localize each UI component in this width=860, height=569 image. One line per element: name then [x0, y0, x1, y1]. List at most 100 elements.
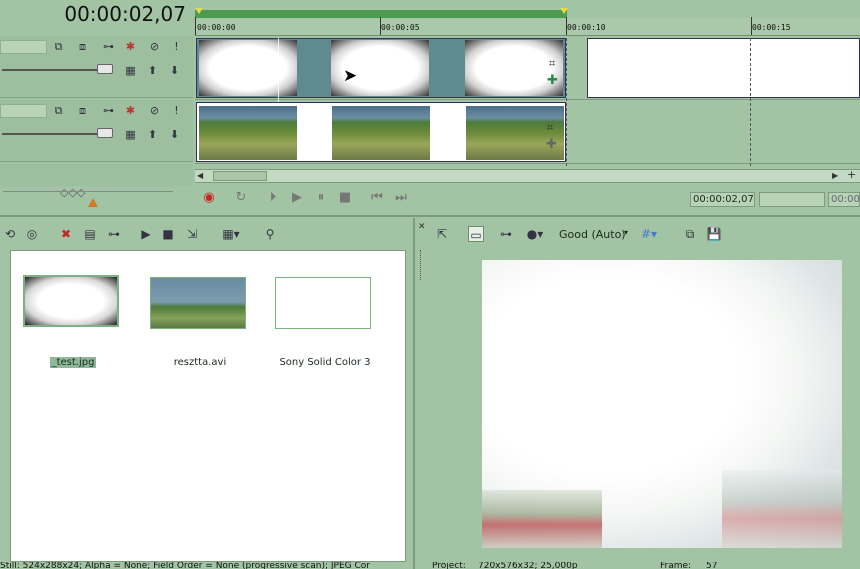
- media-label-text: Sony Solid Color 3: [279, 357, 371, 368]
- media-label-text: resztta.avi: [173, 357, 227, 368]
- bypass-fx-icon[interactable]: ⧉: [52, 40, 65, 53]
- pause-icon[interactable]: ⏸: [313, 190, 329, 206]
- stop-icon[interactable]: ■: [337, 190, 353, 206]
- track-list-footer: ◇◇◇: [0, 164, 193, 207]
- import-media-icon[interactable]: ⟲: [2, 226, 18, 242]
- track-divider: [195, 99, 860, 100]
- auto-preview-icon[interactable]: ⇲: [184, 226, 200, 242]
- make-compositing-child-icon[interactable]: ⬇: [168, 128, 181, 141]
- preview-quality-select[interactable]: Good (Auto): [559, 228, 626, 241]
- grid-line: [566, 38, 567, 166]
- play-from-start-icon[interactable]: ⏵: [265, 190, 281, 206]
- grid-line: [750, 38, 751, 166]
- scrollbar-thumb[interactable]: [213, 171, 267, 181]
- loop-region-bar[interactable]: [195, 10, 567, 18]
- rate-slider-track[interactable]: [3, 191, 173, 192]
- rate-marker-icon[interactable]: [88, 198, 98, 207]
- zoom-in-icon[interactable]: +: [847, 169, 859, 181]
- remove-icon[interactable]: ✖: [58, 226, 74, 242]
- media-label: resztta.avi: [130, 357, 270, 368]
- level-slider-knob[interactable]: [97, 64, 113, 74]
- preview-image-detail: [722, 470, 842, 548]
- ruler-tick: [566, 17, 567, 35]
- timeline-scrollbar[interactable]: ◀ ▶ +: [195, 169, 860, 183]
- level-slider-track[interactable]: [2, 133, 102, 135]
- loop-end-marker-icon[interactable]: [560, 8, 568, 14]
- record-icon[interactable]: ◉: [201, 190, 217, 206]
- scroll-right-icon[interactable]: ▶: [832, 171, 844, 181]
- track-name-field[interactable]: [0, 40, 47, 54]
- overlays-icon[interactable]: #▾: [636, 226, 662, 242]
- track-motion-icon[interactable]: ⧈: [76, 104, 89, 117]
- compositing-icon[interactable]: ⊶: [102, 104, 115, 117]
- solo-icon[interactable]: !: [170, 40, 183, 53]
- track-fx-icon[interactable]: ✱: [124, 104, 137, 117]
- video-preview-area: [430, 250, 860, 562]
- mouse-cursor-icon: ➤: [343, 66, 358, 86]
- make-compositing-child-icon[interactable]: ⬇: [168, 64, 181, 77]
- play-icon[interactable]: ▶: [289, 190, 305, 206]
- selection-length-box[interactable]: [759, 192, 825, 207]
- go-to-start-icon[interactable]: ⏮: [369, 190, 385, 206]
- clip-thumbnail: [332, 106, 430, 160]
- loop-playback-icon[interactable]: ↻: [233, 190, 249, 206]
- track-header-video-1[interactable]: ⧉ ⧈ ⊶ ✱ ⊘ ! ▦ ⬆ ⬇: [0, 36, 193, 98]
- media-properties-icon[interactable]: ▤: [82, 226, 98, 242]
- compositing-icon[interactable]: ⊶: [102, 40, 115, 53]
- project-info-text: 720x576x32; 25,000p: [478, 562, 578, 569]
- frame-number: 57: [706, 562, 718, 569]
- chevron-down-icon[interactable]: ▾: [624, 228, 628, 237]
- selection-end-box[interactable]: 00:00: [828, 192, 860, 207]
- project-media-pane[interactable]: _test.jpg resztta.avi Sony Solid Color 3: [10, 250, 406, 562]
- video-preview-frame[interactable]: [482, 260, 842, 548]
- crop-icon[interactable]: ⌗: [547, 121, 553, 135]
- timeline-ruler[interactable]: 00:00:00 00:00:05 00:00:10 00:00:15: [195, 17, 860, 36]
- track-header-video-2[interactable]: ⧉ ⧈ ⊶ ✱ ⊘ ! ▦ ⬆ ⬇: [0, 100, 193, 162]
- vertical-splitter[interactable]: [413, 218, 415, 569]
- views-icon[interactable]: ▦▾: [218, 226, 244, 242]
- make-compositing-parent-icon[interactable]: ⬆: [146, 64, 159, 77]
- level-slider-track[interactable]: [2, 69, 102, 71]
- cursor-time-box[interactable]: 00:00:02,07: [690, 192, 755, 207]
- make-compositing-parent-icon[interactable]: ⬆: [146, 128, 159, 141]
- video-clip-resztta-avi[interactable]: ⌗ ✚: [196, 102, 566, 162]
- transport-bar: ◉ ↻ ⏵ ▶ ⏸ ■ ⏮ ⏭ 00:00:02,07 00:00: [195, 186, 860, 212]
- track-motion-icon[interactable]: ⧈: [76, 40, 89, 53]
- pane-splitter[interactable]: [0, 215, 860, 217]
- video-clip-solid-color[interactable]: [587, 38, 860, 98]
- track-fx-icon[interactable]: ✱: [124, 40, 137, 53]
- pane-grip[interactable]: [420, 250, 424, 280]
- crop-icon[interactable]: ⌗: [549, 57, 555, 71]
- copy-snapshot-icon[interactable]: ⧉: [682, 226, 698, 242]
- search-icon[interactable]: ⚲: [262, 226, 278, 242]
- compositing-mode-icon[interactable]: ▦: [124, 128, 137, 141]
- capture-video-icon[interactable]: ◎: [24, 226, 40, 242]
- media-label: Sony Solid Color 3: [255, 357, 395, 368]
- compositing-mode-icon[interactable]: ▦: [124, 64, 137, 77]
- external-monitor-icon[interactable]: ▭: [468, 226, 484, 242]
- solo-icon[interactable]: !: [170, 104, 183, 117]
- bypass-fx-icon[interactable]: ⧉: [52, 104, 65, 117]
- preview-image-detail: [482, 490, 602, 548]
- media-thumbnail: [275, 277, 371, 329]
- scroll-left-icon[interactable]: ◀: [197, 171, 209, 181]
- level-slider-knob[interactable]: [97, 128, 113, 138]
- save-snapshot-icon[interactable]: 💾: [706, 226, 722, 242]
- start-preview-icon[interactable]: ▶: [138, 226, 154, 242]
- track-name-field[interactable]: [0, 104, 47, 118]
- preview-properties-icon[interactable]: ⇱: [434, 226, 450, 242]
- video-clip-test-jpg[interactable]: ⌗ ✚: [196, 38, 566, 98]
- ruler-label: 00:00:15: [752, 23, 791, 32]
- stop-preview-icon[interactable]: ■: [160, 226, 176, 242]
- split-screen-icon[interactable]: ●▾: [522, 226, 548, 242]
- event-fx-icon[interactable]: ✚: [546, 137, 557, 152]
- mute-icon[interactable]: ⊘: [148, 40, 161, 53]
- clip-thumbnail: [199, 40, 297, 96]
- mute-icon[interactable]: ⊘: [148, 104, 161, 117]
- rate-slider-icon[interactable]: ◇◇◇: [60, 186, 85, 199]
- loop-start-marker-icon[interactable]: [195, 8, 203, 14]
- event-fx-icon[interactable]: ✚: [547, 73, 558, 88]
- go-to-end-icon[interactable]: ⏭: [393, 190, 409, 206]
- video-fx-icon[interactable]: ⊶: [498, 226, 514, 242]
- media-fx-icon[interactable]: ⊶: [106, 226, 122, 242]
